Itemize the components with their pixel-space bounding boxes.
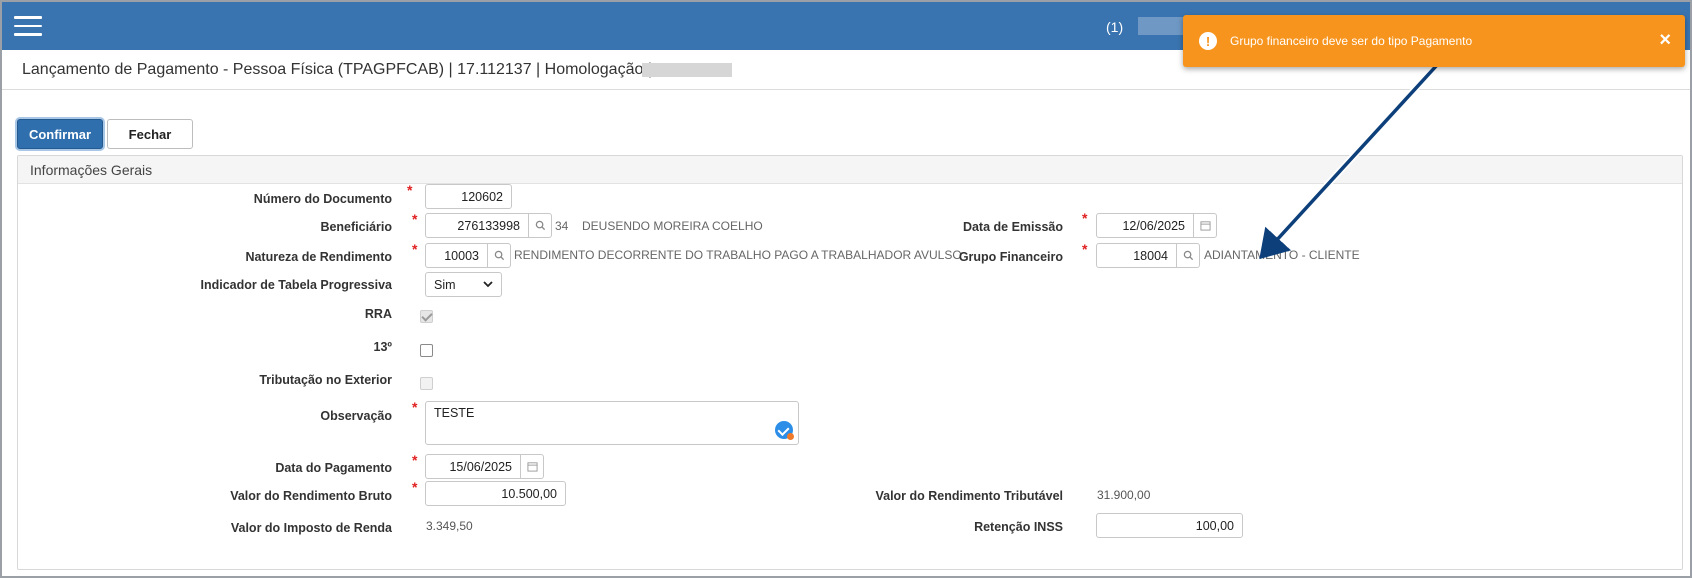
calendar-icon	[1199, 221, 1211, 231]
toast-message: Grupo financeiro deve ser do tipo Pagame…	[1230, 34, 1473, 48]
rra-checkbox[interactable]	[420, 310, 433, 323]
valor-rendimento-tributavel-label: Valor do Rendimento Tributável	[875, 489, 1063, 503]
hamburger-menu-icon[interactable]	[14, 16, 42, 36]
valor-imposto-renda-value: 3.349,50	[426, 519, 473, 533]
decimo-terceiro-checkbox[interactable]	[420, 344, 433, 357]
redacted-environment-info	[642, 63, 732, 77]
warning-toast: ! Grupo financeiro deve ser do tipo Paga…	[1183, 15, 1685, 67]
natureza-rendimento-search-button[interactable]	[487, 243, 511, 268]
observacao-textarea[interactable]: TESTE	[425, 401, 799, 445]
valor-rendimento-bruto-label: Valor do Rendimento Bruto	[230, 489, 392, 503]
required-marker: *	[412, 452, 418, 468]
page-title: Lançamento de Pagamento - Pessoa Física …	[22, 61, 668, 78]
retencao-inss-label: Retenção INSS	[974, 520, 1063, 534]
data-pagamento-calendar-button[interactable]	[520, 454, 544, 479]
valor-rendimento-bruto-input[interactable]: 10.500,00	[425, 481, 566, 506]
close-icon[interactable]: ×	[1659, 29, 1671, 52]
indicador-tabela-label: Indicador de Tabela Progressiva	[200, 278, 392, 292]
general-info-panel: Informações Gerais	[17, 155, 1683, 570]
data-pagamento-label: Data do Pagamento	[275, 461, 392, 475]
beneficiario-label: Beneficiário	[320, 220, 392, 234]
indicador-tabela-value: Sim	[434, 277, 456, 292]
required-marker: *	[412, 211, 418, 227]
beneficiario-code: 34	[555, 219, 569, 233]
confirm-button[interactable]: Confirmar	[17, 119, 103, 149]
observacao-value: TESTE	[434, 406, 475, 420]
close-button[interactable]: Fechar	[107, 119, 193, 149]
beneficiario-name: DEUSENDO MOREIRA COELHO	[582, 219, 763, 233]
numero-documento-label: Número do Documento	[253, 192, 392, 206]
chevron-down-icon	[483, 281, 493, 288]
grupo-financeiro-input[interactable]: 18004	[1096, 243, 1177, 268]
valor-rendimento-tributavel-value: 31.900,00	[1097, 488, 1151, 502]
observacao-label: Observação	[320, 409, 392, 423]
rra-label: RRA	[364, 307, 392, 321]
search-icon	[535, 220, 545, 231]
beneficiario-search-button[interactable]	[528, 213, 552, 238]
calendar-icon	[526, 462, 538, 472]
beneficiario-input[interactable]: 276133998	[425, 213, 529, 238]
required-marker: *	[412, 399, 418, 415]
grupo-financeiro-search-button[interactable]	[1176, 243, 1200, 268]
data-pagamento-input[interactable]: 15/06/2025	[425, 454, 521, 479]
grammarly-status-dot	[787, 433, 794, 440]
data-emissao-label: Data de Emissão	[962, 220, 1063, 234]
data-emissao-input[interactable]: 12/06/2025	[1096, 213, 1194, 238]
grupo-financeiro-description: ADIANTAMENTO - CLIENTE	[1204, 248, 1360, 262]
search-icon	[494, 250, 504, 261]
required-marker: *	[1082, 210, 1088, 226]
required-marker: *	[1082, 241, 1088, 257]
required-marker: *	[407, 182, 413, 198]
valor-imposto-renda-label: Valor do Imposto de Renda	[230, 521, 392, 535]
exclamation-icon: !	[1199, 32, 1217, 50]
tributacao-exterior-label: Tributação no Exterior	[259, 373, 392, 387]
indicador-tabela-select[interactable]: Sim	[425, 272, 502, 297]
notification-count[interactable]: (1)	[1106, 19, 1123, 35]
grupo-financeiro-label: Grupo Financeiro	[958, 250, 1063, 264]
numero-documento-input[interactable]: 120602	[425, 184, 512, 209]
required-marker: *	[412, 241, 418, 257]
data-emissao-calendar-button[interactable]	[1193, 213, 1217, 238]
search-icon	[1183, 250, 1193, 261]
tributacao-exterior-checkbox[interactable]	[420, 377, 433, 390]
decimo-terceiro-label: 13º	[373, 340, 392, 354]
natureza-rendimento-label: Natureza de Rendimento	[245, 250, 392, 264]
natureza-rendimento-input[interactable]: 10003	[425, 243, 488, 268]
retencao-inss-input[interactable]: 100,00	[1096, 513, 1243, 538]
panel-title: Informações Gerais	[18, 156, 1682, 184]
required-marker: *	[412, 479, 418, 495]
